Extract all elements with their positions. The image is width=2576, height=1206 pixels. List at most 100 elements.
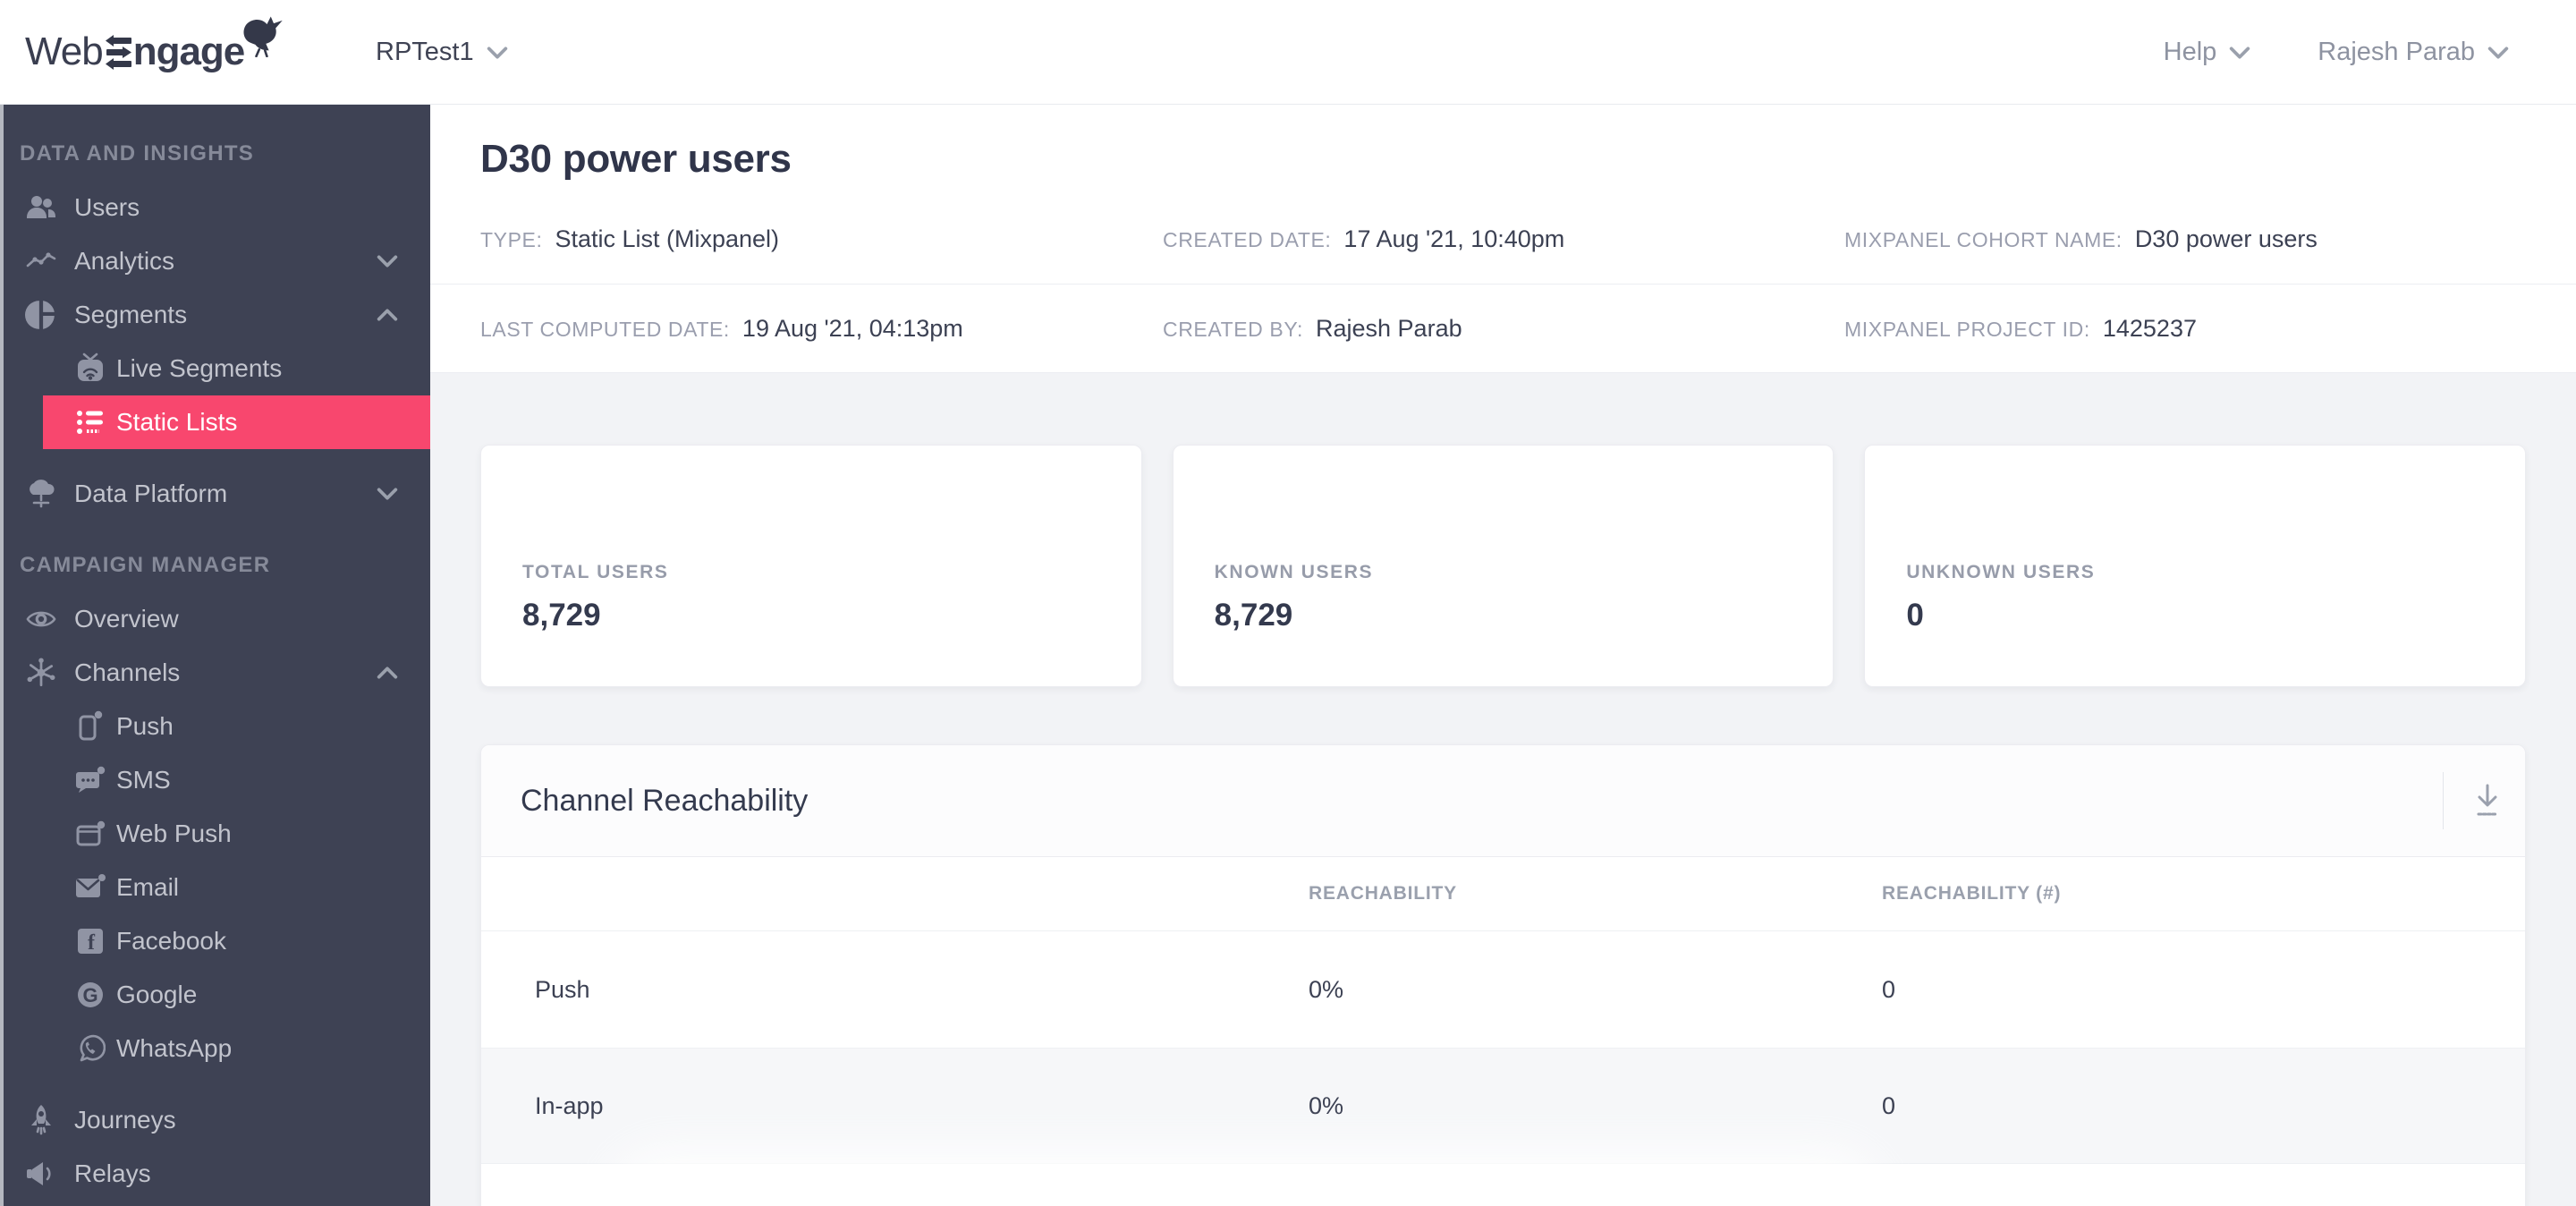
sidebar-item-label: Users bbox=[74, 193, 140, 221]
header-divider bbox=[2443, 772, 2444, 829]
meta-label: CREATED BY: bbox=[1163, 317, 1303, 341]
meta-project-id: MIXPANEL PROJECT ID: 1425237 bbox=[1844, 315, 2576, 343]
sidebar-item-web-push[interactable]: Web Push bbox=[0, 807, 430, 861]
sidebar-item-label: Email bbox=[116, 873, 180, 901]
main-content: D30 power users TYPE: Static List (Mixpa… bbox=[430, 105, 2576, 1206]
chevron-down-icon bbox=[2230, 46, 2250, 59]
meta-label: CREATED DATE: bbox=[1163, 228, 1332, 251]
sidebar-item-relays[interactable]: Relays bbox=[0, 1147, 430, 1201]
sidebar-item-sms[interactable]: SMS bbox=[0, 753, 430, 807]
sidebar-item-live-segments[interactable]: Live Segments bbox=[0, 342, 430, 395]
rocket-icon bbox=[25, 1104, 57, 1136]
sidebar-item-label: Overview bbox=[74, 605, 179, 633]
meta-value: D30 power users bbox=[2134, 225, 2318, 252]
sidebar-item-journeys[interactable]: Journeys bbox=[0, 1093, 430, 1147]
sidebar-item-email[interactable]: Email bbox=[0, 861, 430, 914]
sidebar-item-channels[interactable]: Channels bbox=[0, 646, 430, 700]
channel-reachability-card: Channel Reachability REACHABILITY REACHA… bbox=[480, 744, 2526, 1206]
sidebar-item-label: SMS bbox=[116, 766, 171, 794]
svg-text:f: f bbox=[88, 931, 96, 955]
meta-row-1: TYPE: Static List (Mixpanel) CREATED DAT… bbox=[430, 195, 2576, 285]
sidebar-item-push[interactable]: Push bbox=[0, 700, 430, 753]
chevron-down-icon bbox=[2487, 46, 2509, 59]
meta-value: 17 Aug '21, 10:40pm bbox=[1343, 225, 1565, 252]
sidebar-item-label: Segments bbox=[74, 301, 188, 328]
logo-bird-icon bbox=[243, 16, 284, 57]
sidebar-item-label: Facebook bbox=[116, 927, 226, 955]
chevron-down-icon bbox=[377, 488, 398, 500]
email-icon bbox=[75, 871, 106, 904]
cell-channel: Push bbox=[535, 975, 590, 1003]
data-platform-icon bbox=[25, 478, 57, 510]
sidebar-item-facebook[interactable]: f Facebook bbox=[0, 914, 430, 968]
table-row-partial bbox=[481, 1164, 2525, 1206]
user-menu[interactable]: Rajesh Parab bbox=[2318, 38, 2509, 67]
sidebar-item-label: Data Platform bbox=[74, 480, 228, 507]
sidebar-item-label: Web Push bbox=[116, 820, 232, 847]
browser-push-icon bbox=[75, 818, 106, 850]
help-label: Help bbox=[2163, 38, 2217, 66]
unknown-users-card: UNKNOWN USERS 0 bbox=[1864, 445, 2527, 687]
sidebar-item-overview[interactable]: Overview bbox=[0, 592, 430, 646]
sidebar-item-label: Google bbox=[116, 981, 198, 1008]
sidebar-item-label: Journeys bbox=[74, 1106, 176, 1134]
users-icon bbox=[25, 191, 57, 224]
sidebar-item-users[interactable]: Users bbox=[0, 181, 430, 234]
webengage-logo[interactable]: Web ngage bbox=[25, 16, 287, 77]
sidebar-item-data-platform[interactable]: Data Platform bbox=[0, 467, 430, 521]
user-name: Rajesh Parab bbox=[2318, 38, 2475, 66]
sidebar-item-label: Channels bbox=[74, 658, 181, 686]
meta-value: 1425237 bbox=[2102, 314, 2197, 342]
table-row-push: Push 0% 0 bbox=[481, 931, 2525, 1048]
sidebar-item-label: Live Segments bbox=[116, 354, 283, 382]
google-icon: G bbox=[75, 979, 106, 1011]
logo-text-web: Web bbox=[25, 30, 104, 73]
known-users-card: KNOWN USERS 8,729 bbox=[1172, 445, 1835, 687]
chevron-down-icon bbox=[487, 46, 507, 59]
meta-label: MIXPANEL PROJECT ID: bbox=[1844, 317, 2090, 341]
logo-arrows-icon bbox=[105, 35, 131, 70]
sidebar-item-analytics[interactable]: Analytics bbox=[0, 234, 430, 288]
sidebar-item-google[interactable]: G Google bbox=[0, 968, 430, 1022]
sidebar-item-label: Push bbox=[116, 712, 174, 740]
sidebar-scrollbar[interactable] bbox=[0, 105, 4, 1206]
sidebar-item-segments[interactable]: Segments bbox=[0, 288, 430, 342]
sidebar-item-label: Relays bbox=[74, 1159, 151, 1187]
project-selector[interactable]: RPTest1 bbox=[376, 0, 508, 105]
meta-value: Rajesh Parab bbox=[1316, 314, 1462, 342]
column-header-reachability: REACHABILITY bbox=[1309, 883, 1457, 904]
sidebar-item-label: WhatsApp bbox=[116, 1034, 233, 1062]
sidebar: DATA AND INSIGHTS Users Analytics Segmen… bbox=[0, 105, 430, 1206]
sidebar-section-campaign-manager: CAMPAIGN MANAGER bbox=[20, 553, 271, 577]
meta-label: LAST COMPUTED DATE: bbox=[480, 317, 730, 341]
help-menu[interactable]: Help bbox=[2164, 38, 2251, 67]
chevron-down-icon bbox=[377, 255, 398, 268]
meta-type: TYPE: Static List (Mixpanel) bbox=[480, 225, 1163, 253]
meta-value: 19 Aug '21, 04:13pm bbox=[741, 314, 963, 342]
download-button[interactable] bbox=[2470, 781, 2505, 820]
stat-value: 8,729 bbox=[522, 598, 601, 633]
mobile-push-icon bbox=[75, 710, 106, 743]
channels-hub-icon bbox=[25, 657, 57, 689]
analytics-icon bbox=[25, 245, 57, 277]
chevron-up-icon bbox=[377, 667, 398, 679]
sms-chat-icon bbox=[75, 764, 106, 796]
sidebar-section-data-and-insights: DATA AND INSIGHTS bbox=[20, 141, 255, 166]
sidebar-item-label: Analytics bbox=[74, 247, 175, 275]
stat-value: 0 bbox=[1906, 598, 1924, 633]
column-header-reachability-count: REACHABILITY (#) bbox=[1882, 883, 2062, 904]
sidebar-item-label: Static Lists bbox=[116, 408, 238, 436]
sidebar-item-whatsapp[interactable]: WhatsApp bbox=[0, 1022, 430, 1075]
cell-channel: In-app bbox=[535, 1091, 604, 1119]
page-header: D30 power users TYPE: Static List (Mixpa… bbox=[430, 105, 2576, 373]
eye-icon bbox=[25, 603, 57, 635]
meta-row-2: LAST COMPUTED DATE: 19 Aug '21, 04:13pm … bbox=[430, 285, 2576, 373]
logo-text-engage: ngage bbox=[132, 30, 246, 73]
sidebar-item-static-lists[interactable]: Static Lists bbox=[43, 395, 430, 449]
meta-created-date: CREATED DATE: 17 Aug '21, 10:40pm bbox=[1163, 225, 1844, 253]
download-icon bbox=[2477, 784, 2498, 816]
cell-reachability-count: 0 bbox=[1882, 1091, 1896, 1119]
project-name: RPTest1 bbox=[376, 38, 474, 66]
meta-label: TYPE: bbox=[480, 228, 543, 251]
meta-value: Static List (Mixpanel) bbox=[555, 225, 780, 252]
